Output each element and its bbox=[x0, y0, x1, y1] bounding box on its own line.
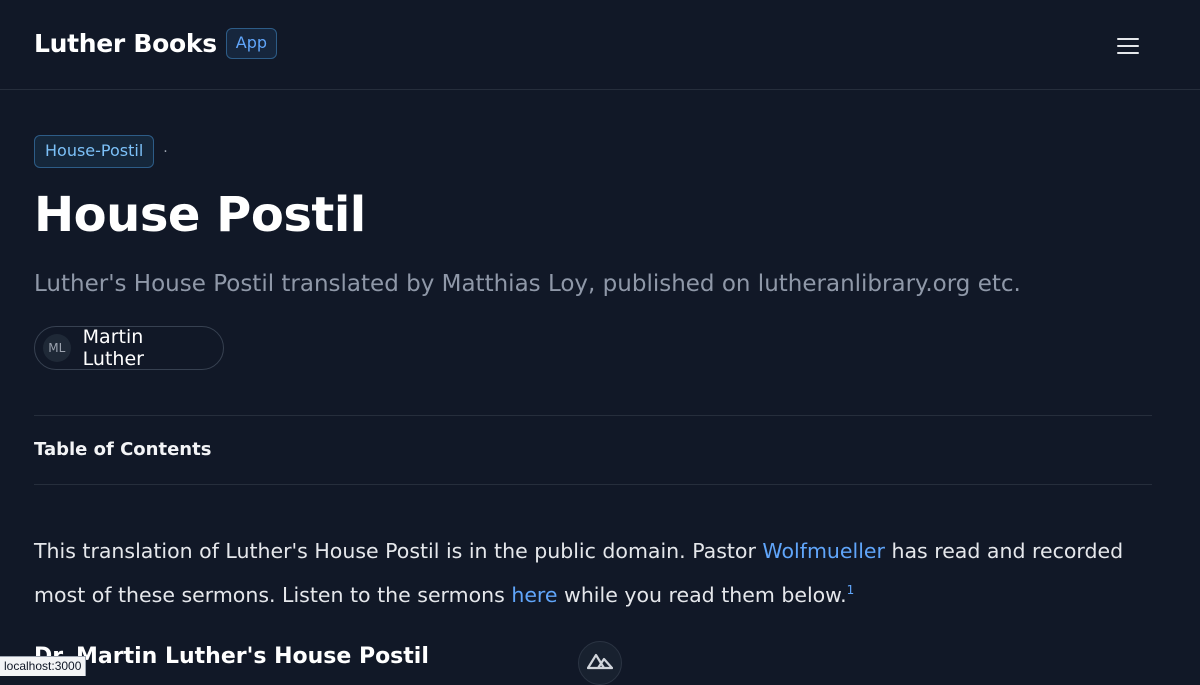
menu-button[interactable] bbox=[1112, 30, 1144, 62]
top-header: Luther Books App bbox=[0, 0, 1200, 90]
app-badge: App bbox=[225, 28, 278, 59]
author-chip[interactable]: ML Martin Luther bbox=[34, 326, 224, 370]
intro-text: while you read them below. bbox=[557, 582, 847, 607]
footnote-ref[interactable]: 1 bbox=[847, 583, 855, 597]
section-heading: Dr. Martin Luther's House Postil bbox=[34, 644, 429, 669]
status-bar-url: localhost:3000 bbox=[0, 656, 87, 676]
author-name: Martin Luther bbox=[82, 326, 144, 370]
brand[interactable]: Luther Books App bbox=[34, 28, 278, 59]
separator-dot: · bbox=[163, 143, 168, 160]
page-subtitle: Luther's House Postil translated by Matt… bbox=[34, 271, 1021, 297]
category-tag[interactable]: House-Postil bbox=[34, 135, 155, 168]
author-avatar: ML bbox=[43, 334, 71, 362]
page-title: House Postil bbox=[34, 187, 366, 243]
divider bbox=[34, 484, 1152, 485]
table-of-contents-toggle[interactable]: Table of Contents bbox=[34, 439, 211, 460]
devtools-button[interactable] bbox=[578, 641, 622, 685]
site-title[interactable]: Luther Books bbox=[34, 29, 217, 58]
divider bbox=[34, 415, 1152, 416]
wolfmueller-link[interactable]: Wolfmueller bbox=[762, 539, 885, 563]
nuxt-logo-icon bbox=[587, 653, 613, 670]
hamburger-menu-icon bbox=[1117, 38, 1139, 54]
main-content: House-Postil · House Postil Luther's Hou… bbox=[34, 135, 1152, 669]
intro-paragraph: This translation of Luther's House Posti… bbox=[34, 532, 1152, 615]
tag-row: House-Postil · bbox=[34, 135, 1152, 168]
intro-text: This translation of Luther's House Posti… bbox=[34, 539, 763, 563]
sermons-here-link[interactable]: here bbox=[511, 583, 557, 607]
